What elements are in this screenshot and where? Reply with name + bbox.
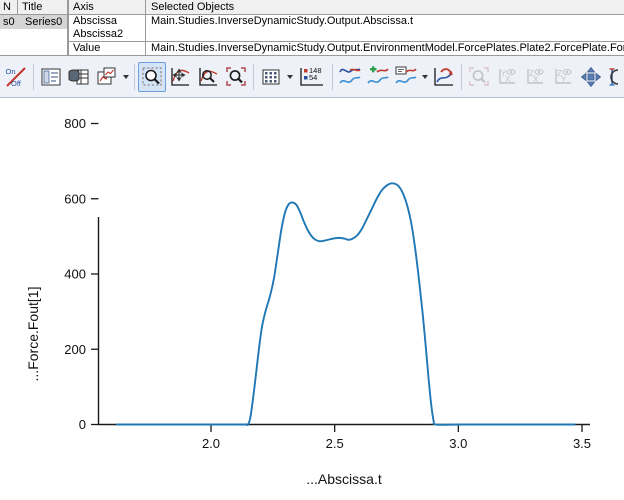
y-axis-ticks — [91, 122, 99, 426]
svg-text:On: On — [6, 67, 16, 76]
series-row-title: Series0 — [25, 16, 63, 28]
object-row-path[interactable]: Main.Studies.InverseDynamicStudy.Output.… — [146, 42, 624, 55]
object-row-axis-label: Abscissa — [68, 15, 146, 28]
toolbar-separator — [134, 63, 135, 90]
toolbar-separator — [33, 63, 34, 90]
series-table-header: N Title — [0, 0, 67, 15]
view-zx-icon: Z X — [521, 62, 549, 92]
object-col-objects: Selected Objects — [151, 1, 235, 13]
select-zoom-box-icon[interactable] — [138, 61, 166, 92]
object-row-abscissa2[interactable]: Abscissa2 — [68, 28, 624, 41]
y-tick-label: 600 — [64, 191, 86, 206]
grid-icon[interactable] — [257, 62, 285, 92]
toolbar-separator — [461, 63, 462, 90]
y-tick-label: 200 — [64, 342, 86, 357]
object-row-path[interactable] — [146, 28, 624, 41]
series-table[interactable]: N Title s0 Series0 — [0, 0, 68, 55]
chart-plot-area[interactable]: 0 200 400 600 800 2.0 2.5 3.0 3.5 ...Force.Fout… — [0, 99, 624, 500]
object-row-value[interactable]: Value Main.Studies.InverseDynamicStudy.O… — [68, 41, 624, 55]
x-tick-label: 2.0 — [202, 436, 220, 451]
object-browser-header: N Title s0 Series0 Axis Selected Objects… — [0, 0, 624, 56]
series-row-n: s0 — [3, 16, 15, 28]
y-axis-tick-labels: 0 200 400 600 800 — [64, 116, 86, 432]
series-col-n: N — [0, 0, 18, 14]
view-zy-icon: Z Y — [549, 62, 577, 92]
series-col-title: Title — [22, 1, 43, 13]
on-off-toggle-icon[interactable]: On Off — [2, 62, 30, 92]
x-axis-ticks — [210, 424, 583, 432]
move-all-directions-icon[interactable] — [577, 62, 605, 92]
toolbar-separator — [332, 63, 333, 90]
data-table-icon[interactable] — [65, 62, 93, 92]
axis-scale-icon[interactable] — [605, 62, 624, 92]
x-axis-tick-labels: 2.0 2.5 3.0 3.5 — [202, 436, 591, 451]
view-yx-icon: Y X — [493, 62, 521, 92]
svg-text:Off: Off — [11, 79, 22, 88]
label-curve-dropdown-icon[interactable] — [420, 62, 430, 92]
selected-objects-table[interactable]: Axis Selected Objects Abscissa Main.Stud… — [68, 0, 624, 55]
legend-counts-icon[interactable]: 148 54 — [295, 62, 329, 92]
chart-toolbar: On Off 148 54 Y X Z X Z Y — [0, 56, 624, 98]
new-chart-window-dropdown-icon[interactable] — [121, 62, 131, 92]
toolbar-separator — [253, 63, 254, 90]
svg-text:X: X — [505, 75, 511, 84]
pan-curve-icon[interactable] — [166, 62, 194, 92]
series-row-s0[interactable]: s0 Series0 — [0, 15, 67, 29]
properties-list-icon[interactable] — [37, 62, 65, 92]
object-row-path[interactable]: Main.Studies.InverseDynamicStudy.Output.… — [146, 15, 624, 28]
zoom-curve-icon[interactable] — [194, 62, 222, 92]
series0-line — [116, 182, 576, 427]
new-chart-window-icon[interactable] — [93, 62, 121, 92]
object-row-abscissa[interactable]: Abscissa Main.Studies.InverseDynamicStud… — [68, 15, 624, 28]
y-tick-label: 400 — [64, 267, 86, 282]
object-row-axis-label: Abscissa2 — [68, 28, 146, 41]
svg-text:X: X — [533, 75, 539, 84]
zoom-region-icon[interactable] — [222, 62, 250, 92]
object-col-axis: Axis — [68, 0, 146, 14]
chart-svg[interactable]: 0 200 400 600 800 2.0 2.5 3.0 3.5 ...Force.Fout… — [0, 99, 624, 500]
svg-text:Y: Y — [561, 75, 567, 84]
object-row-axis-label: Value — [68, 42, 146, 55]
redo-curve-icon[interactable] — [430, 62, 458, 92]
x-tick-label: 2.5 — [326, 436, 344, 451]
add-curve-icon[interactable] — [364, 62, 392, 92]
y-tick-label: 0 — [79, 417, 86, 432]
zoom-disabled-icon — [465, 62, 493, 92]
y-axis-label: ...Force.Fout[1] — [25, 287, 41, 382]
smooth-curve-icon[interactable] — [336, 62, 364, 92]
grid-dropdown-icon[interactable] — [285, 62, 295, 92]
x-axis-label: ...Abscissa.t — [306, 471, 382, 487]
x-tick-label: 3.5 — [573, 436, 591, 451]
label-curve-icon[interactable] — [392, 62, 420, 92]
object-table-header: Axis Selected Objects — [68, 0, 624, 15]
x-tick-label: 3.0 — [449, 436, 467, 451]
legend-badge-bottom: 54 — [309, 73, 317, 82]
y-tick-label: 800 — [64, 116, 86, 131]
